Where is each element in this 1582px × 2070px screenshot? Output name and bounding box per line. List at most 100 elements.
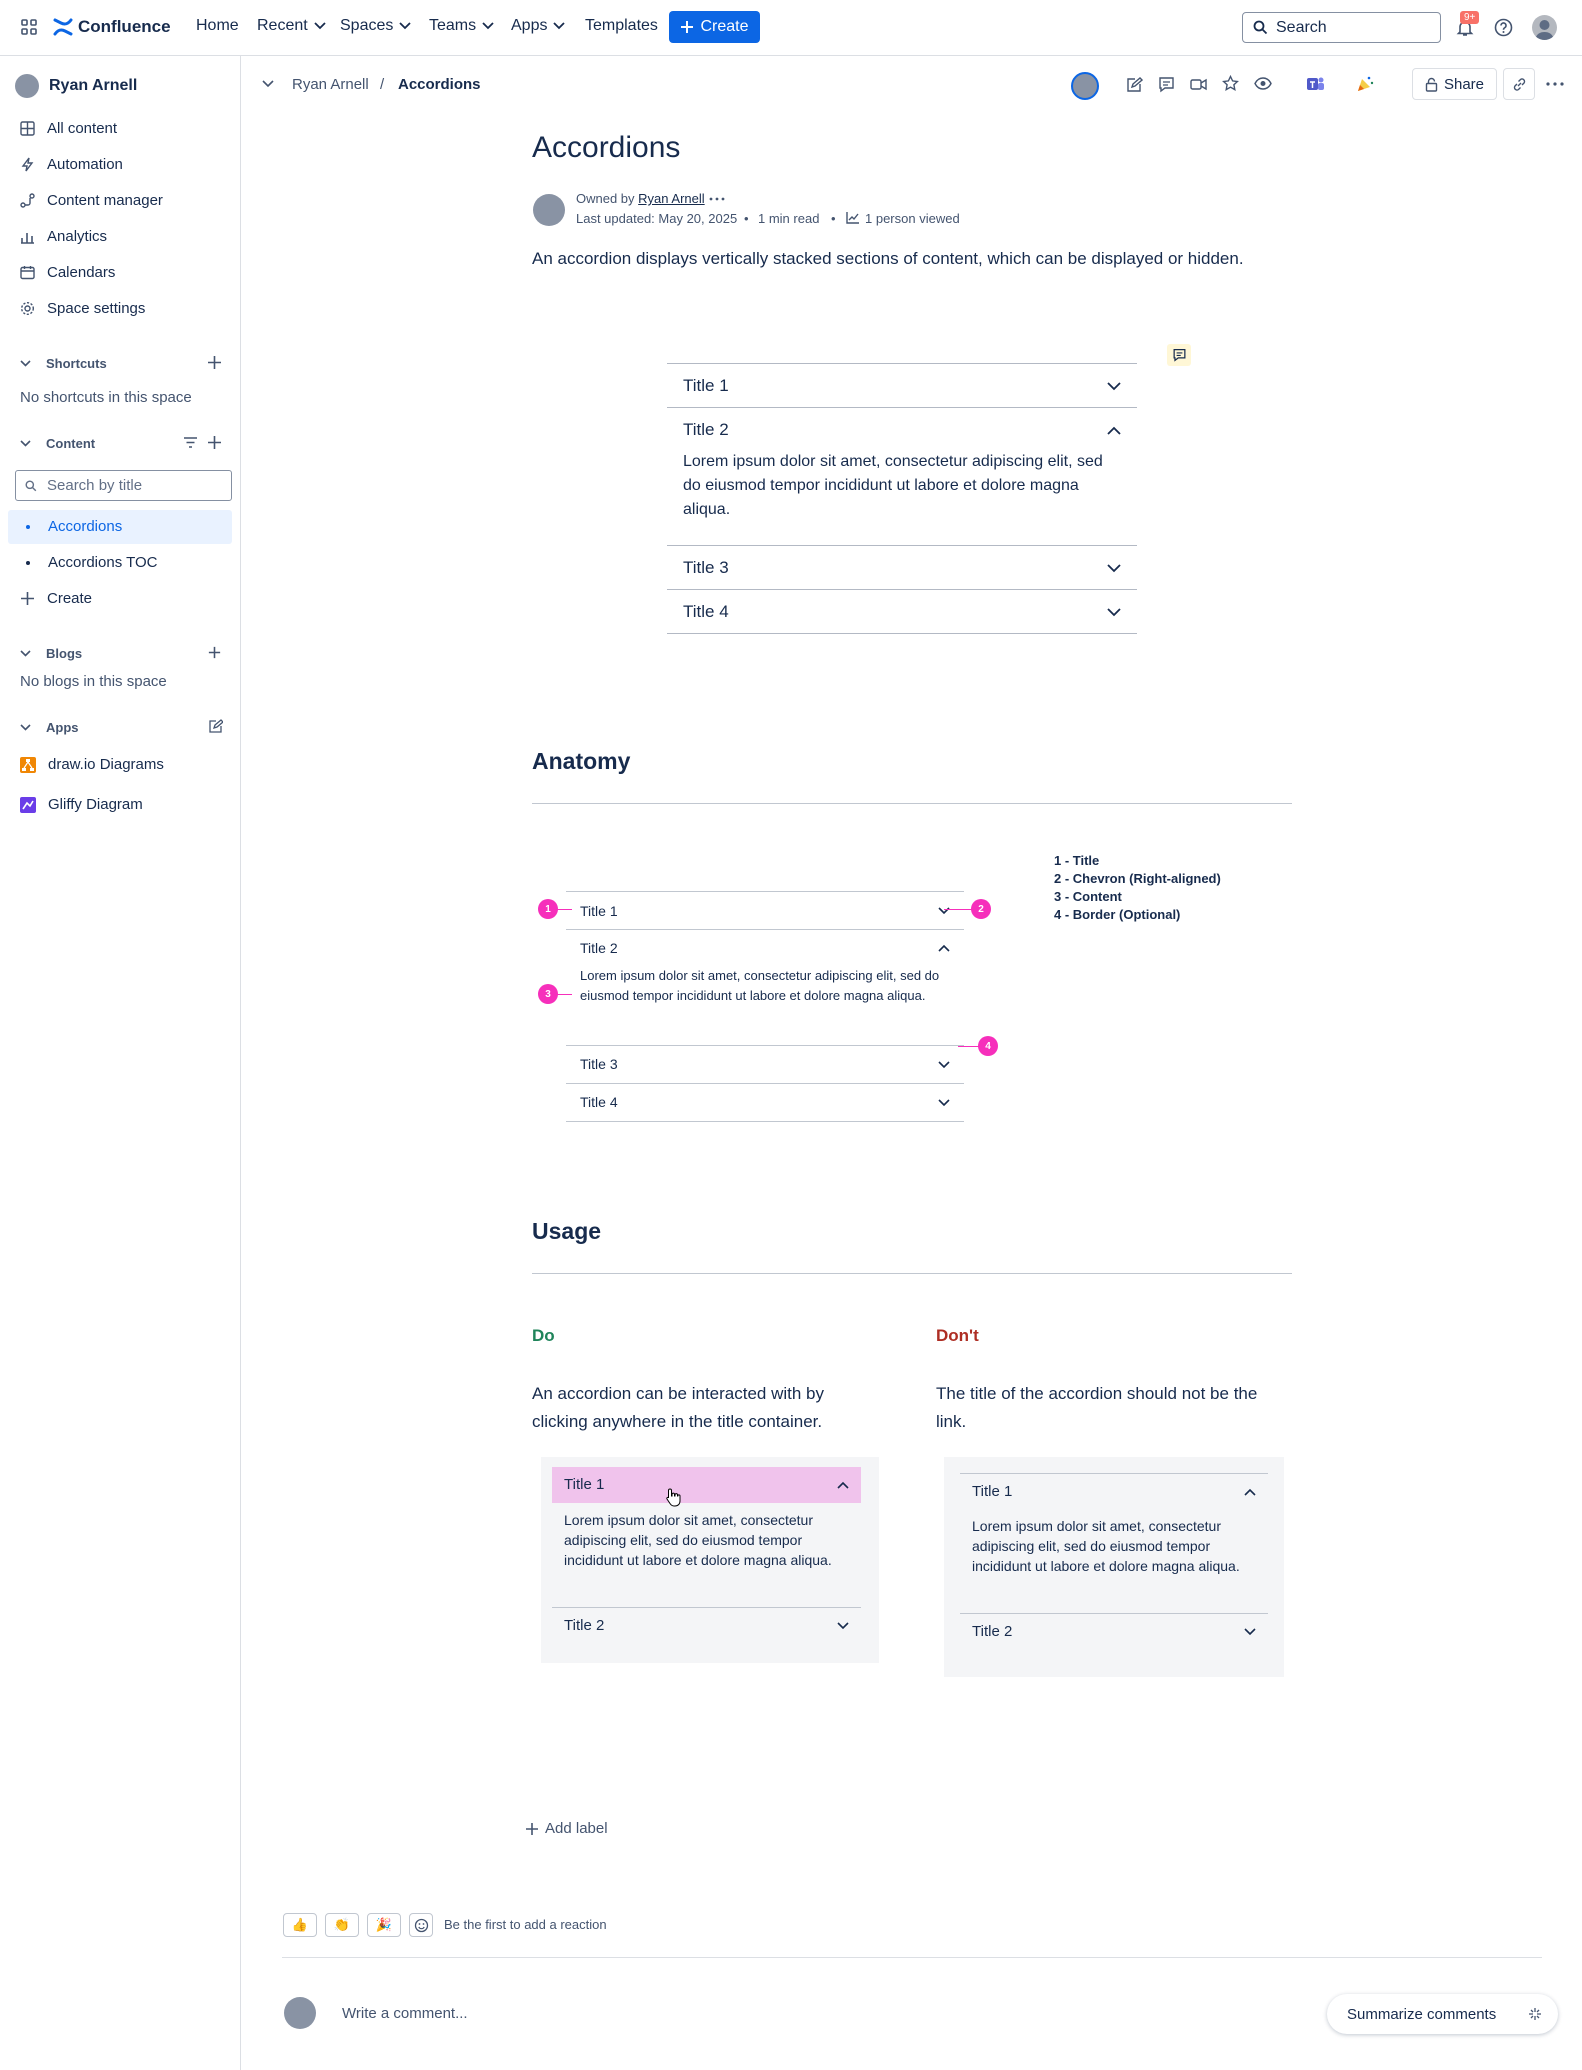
plus-icon: [21, 592, 34, 605]
chevron-down-icon[interactable]: [14, 716, 36, 738]
accordion-title: Title 2: [683, 420, 729, 439]
sidebar-create-page[interactable]: Create: [20, 590, 92, 607]
accordion-item-2[interactable]: Title 2 Lorem ipsum dolor sit amet, cons…: [667, 407, 1137, 545]
do-content: Lorem ipsum dolor sit amet, consectetur …: [564, 1512, 832, 1568]
summarize-label: Summarize comments: [1347, 2005, 1497, 2023]
chevron-down-icon: [1107, 608, 1121, 617]
add-shortcut-plus-icon[interactable]: [207, 355, 222, 370]
anatomy-item-3: Title 3: [566, 1045, 964, 1083]
star-icon[interactable]: [1222, 75, 1239, 92]
intro-paragraph: An accordion displays vertically stacked…: [532, 249, 1244, 268]
sidebar-app-drawio[interactable]: draw.io Diagrams: [20, 756, 164, 773]
usage-divider: [532, 1273, 1292, 1274]
breadcrumb-current[interactable]: Accordions: [398, 76, 481, 93]
owner-link[interactable]: Ryan Arnell: [638, 191, 704, 206]
accordion-item-3[interactable]: Title 3: [667, 545, 1137, 589]
dont-title-2: Title 2: [972, 1623, 1013, 1640]
brand-name: Confluence: [78, 17, 171, 36]
pin-marker-2: 2: [971, 899, 991, 919]
page-label: Accordions: [48, 518, 123, 535]
share-button[interactable]: Share: [1412, 68, 1497, 100]
nav-spaces[interactable]: Spaces: [340, 17, 412, 35]
apps-section-header[interactable]: Apps: [14, 716, 79, 738]
owner-more-icon[interactable]: [709, 197, 725, 201]
sidebar-app-gliffy[interactable]: Gliffy Diagram: [20, 796, 143, 813]
profile-avatar[interactable]: [1532, 15, 1557, 40]
sidebar-item-calendars[interactable]: Calendars: [20, 264, 115, 281]
edit-pencil-icon[interactable]: [1126, 76, 1143, 93]
chevron-down-icon: [399, 22, 412, 30]
chevron-down-icon: [1244, 1628, 1256, 1636]
summarize-comments-button[interactable]: Summarize comments: [1327, 1994, 1558, 2034]
add-reaction-icon[interactable]: [409, 1913, 433, 1937]
video-icon[interactable]: [1190, 77, 1207, 92]
add-content-plus-icon[interactable]: [207, 435, 222, 450]
edit-apps-icon[interactable]: [208, 719, 223, 734]
search-icon: [25, 479, 37, 491]
watch-eye-icon[interactable]: [1254, 77, 1272, 90]
confluence-logo[interactable]: Confluence: [52, 14, 171, 40]
help-icon[interactable]: [1494, 18, 1513, 37]
collaborator-avatar[interactable]: [1071, 72, 1099, 100]
chevron-down-icon[interactable]: [14, 642, 36, 664]
nav-recent[interactable]: Recent: [257, 17, 326, 35]
teams-icon[interactable]: [1306, 75, 1325, 93]
chevron-up-icon: [938, 944, 950, 952]
more-actions-icon[interactable]: [1546, 82, 1564, 86]
owner-avatar[interactable]: [533, 194, 565, 226]
page-label: Accordions TOC: [48, 554, 158, 571]
add-label-button[interactable]: Add label: [525, 1820, 608, 1837]
space-header[interactable]: Ryan Arnell: [15, 74, 137, 98]
sidebar-page-accordions[interactable]: Accordions: [8, 510, 232, 544]
add-blog-plus-icon[interactable]: [208, 646, 221, 659]
thumbs-up-reaction-icon[interactable]: 👍: [283, 1913, 317, 1937]
nav-apps[interactable]: Apps: [511, 17, 566, 35]
create-button[interactable]: Create: [669, 11, 760, 43]
accordion-item-4[interactable]: Title 4: [667, 589, 1137, 634]
shortcuts-heading: Shortcuts: [46, 355, 107, 371]
accordion-item-1[interactable]: Title 1: [667, 363, 1137, 407]
chevron-down-icon[interactable]: [14, 352, 36, 374]
reaction-prompt: Be the first to add a reaction: [444, 1917, 607, 1932]
comment-input[interactable]: Write a comment...: [342, 2005, 468, 2022]
sidebar-item-all-content[interactable]: All content: [20, 120, 117, 137]
search-by-title-input[interactable]: Search by title: [15, 470, 232, 501]
viewed-count[interactable]: 1 person viewed: [865, 211, 960, 226]
copy-link-icon[interactable]: [1503, 68, 1535, 100]
sidebar-item-automation[interactable]: Automation: [20, 156, 123, 173]
chevron-down-icon[interactable]: [14, 432, 36, 454]
chevron-down-icon: [314, 22, 326, 30]
shortcuts-section-header[interactable]: Shortcuts: [14, 352, 107, 374]
last-updated: Last updated: May 20, 2025: [576, 211, 738, 226]
content-section-header[interactable]: Content: [14, 432, 95, 454]
app-switcher-icon[interactable]: [20, 18, 38, 36]
nav-home[interactable]: Home: [196, 17, 239, 35]
anatomy-title: Title 4: [580, 1094, 618, 1110]
collapse-chevron-icon[interactable]: [262, 80, 274, 88]
sidebar-item-content-manager[interactable]: Content manager: [20, 192, 163, 209]
chevron-down-icon: [1107, 564, 1121, 573]
sidebar-item-space-settings[interactable]: Space settings: [20, 300, 145, 317]
inline-comment-icon[interactable]: [1167, 344, 1191, 366]
nav-teams[interactable]: Teams: [429, 17, 494, 35]
pointer-cursor-icon: [665, 1487, 681, 1507]
do-title-container[interactable]: Title 1: [552, 1467, 861, 1503]
share-label: Share: [1443, 75, 1485, 93]
filter-icon[interactable]: [183, 436, 198, 449]
dont-title-1-row[interactable]: Title 1: [960, 1474, 1268, 1510]
search-input[interactable]: Search: [1242, 12, 1441, 43]
clap-reaction-icon[interactable]: 👏: [325, 1913, 359, 1937]
page-title: Accordions: [532, 131, 681, 164]
space-sidebar: Ryan Arnell All content Automation Conte…: [0, 56, 241, 2070]
breadcrumb-parent[interactable]: Ryan Arnell: [292, 76, 369, 93]
sidebar-page-accordions-toc[interactable]: Accordions TOC: [8, 546, 232, 580]
nav-templates[interactable]: Templates: [585, 17, 658, 35]
confetti-icon[interactable]: [1356, 75, 1374, 93]
dont-title-2-row[interactable]: Title 2: [960, 1614, 1268, 1650]
party-reaction-icon[interactable]: 🎉: [367, 1913, 401, 1937]
do-title-2-row[interactable]: Title 2: [552, 1608, 861, 1644]
sidebar-item-analytics[interactable]: Analytics: [20, 228, 107, 245]
comment-icon[interactable]: [1158, 76, 1175, 93]
blogs-section-header[interactable]: Blogs: [14, 642, 82, 664]
anatomy-content: Lorem ipsum dolor sit amet, consectetur …: [580, 968, 940, 1003]
